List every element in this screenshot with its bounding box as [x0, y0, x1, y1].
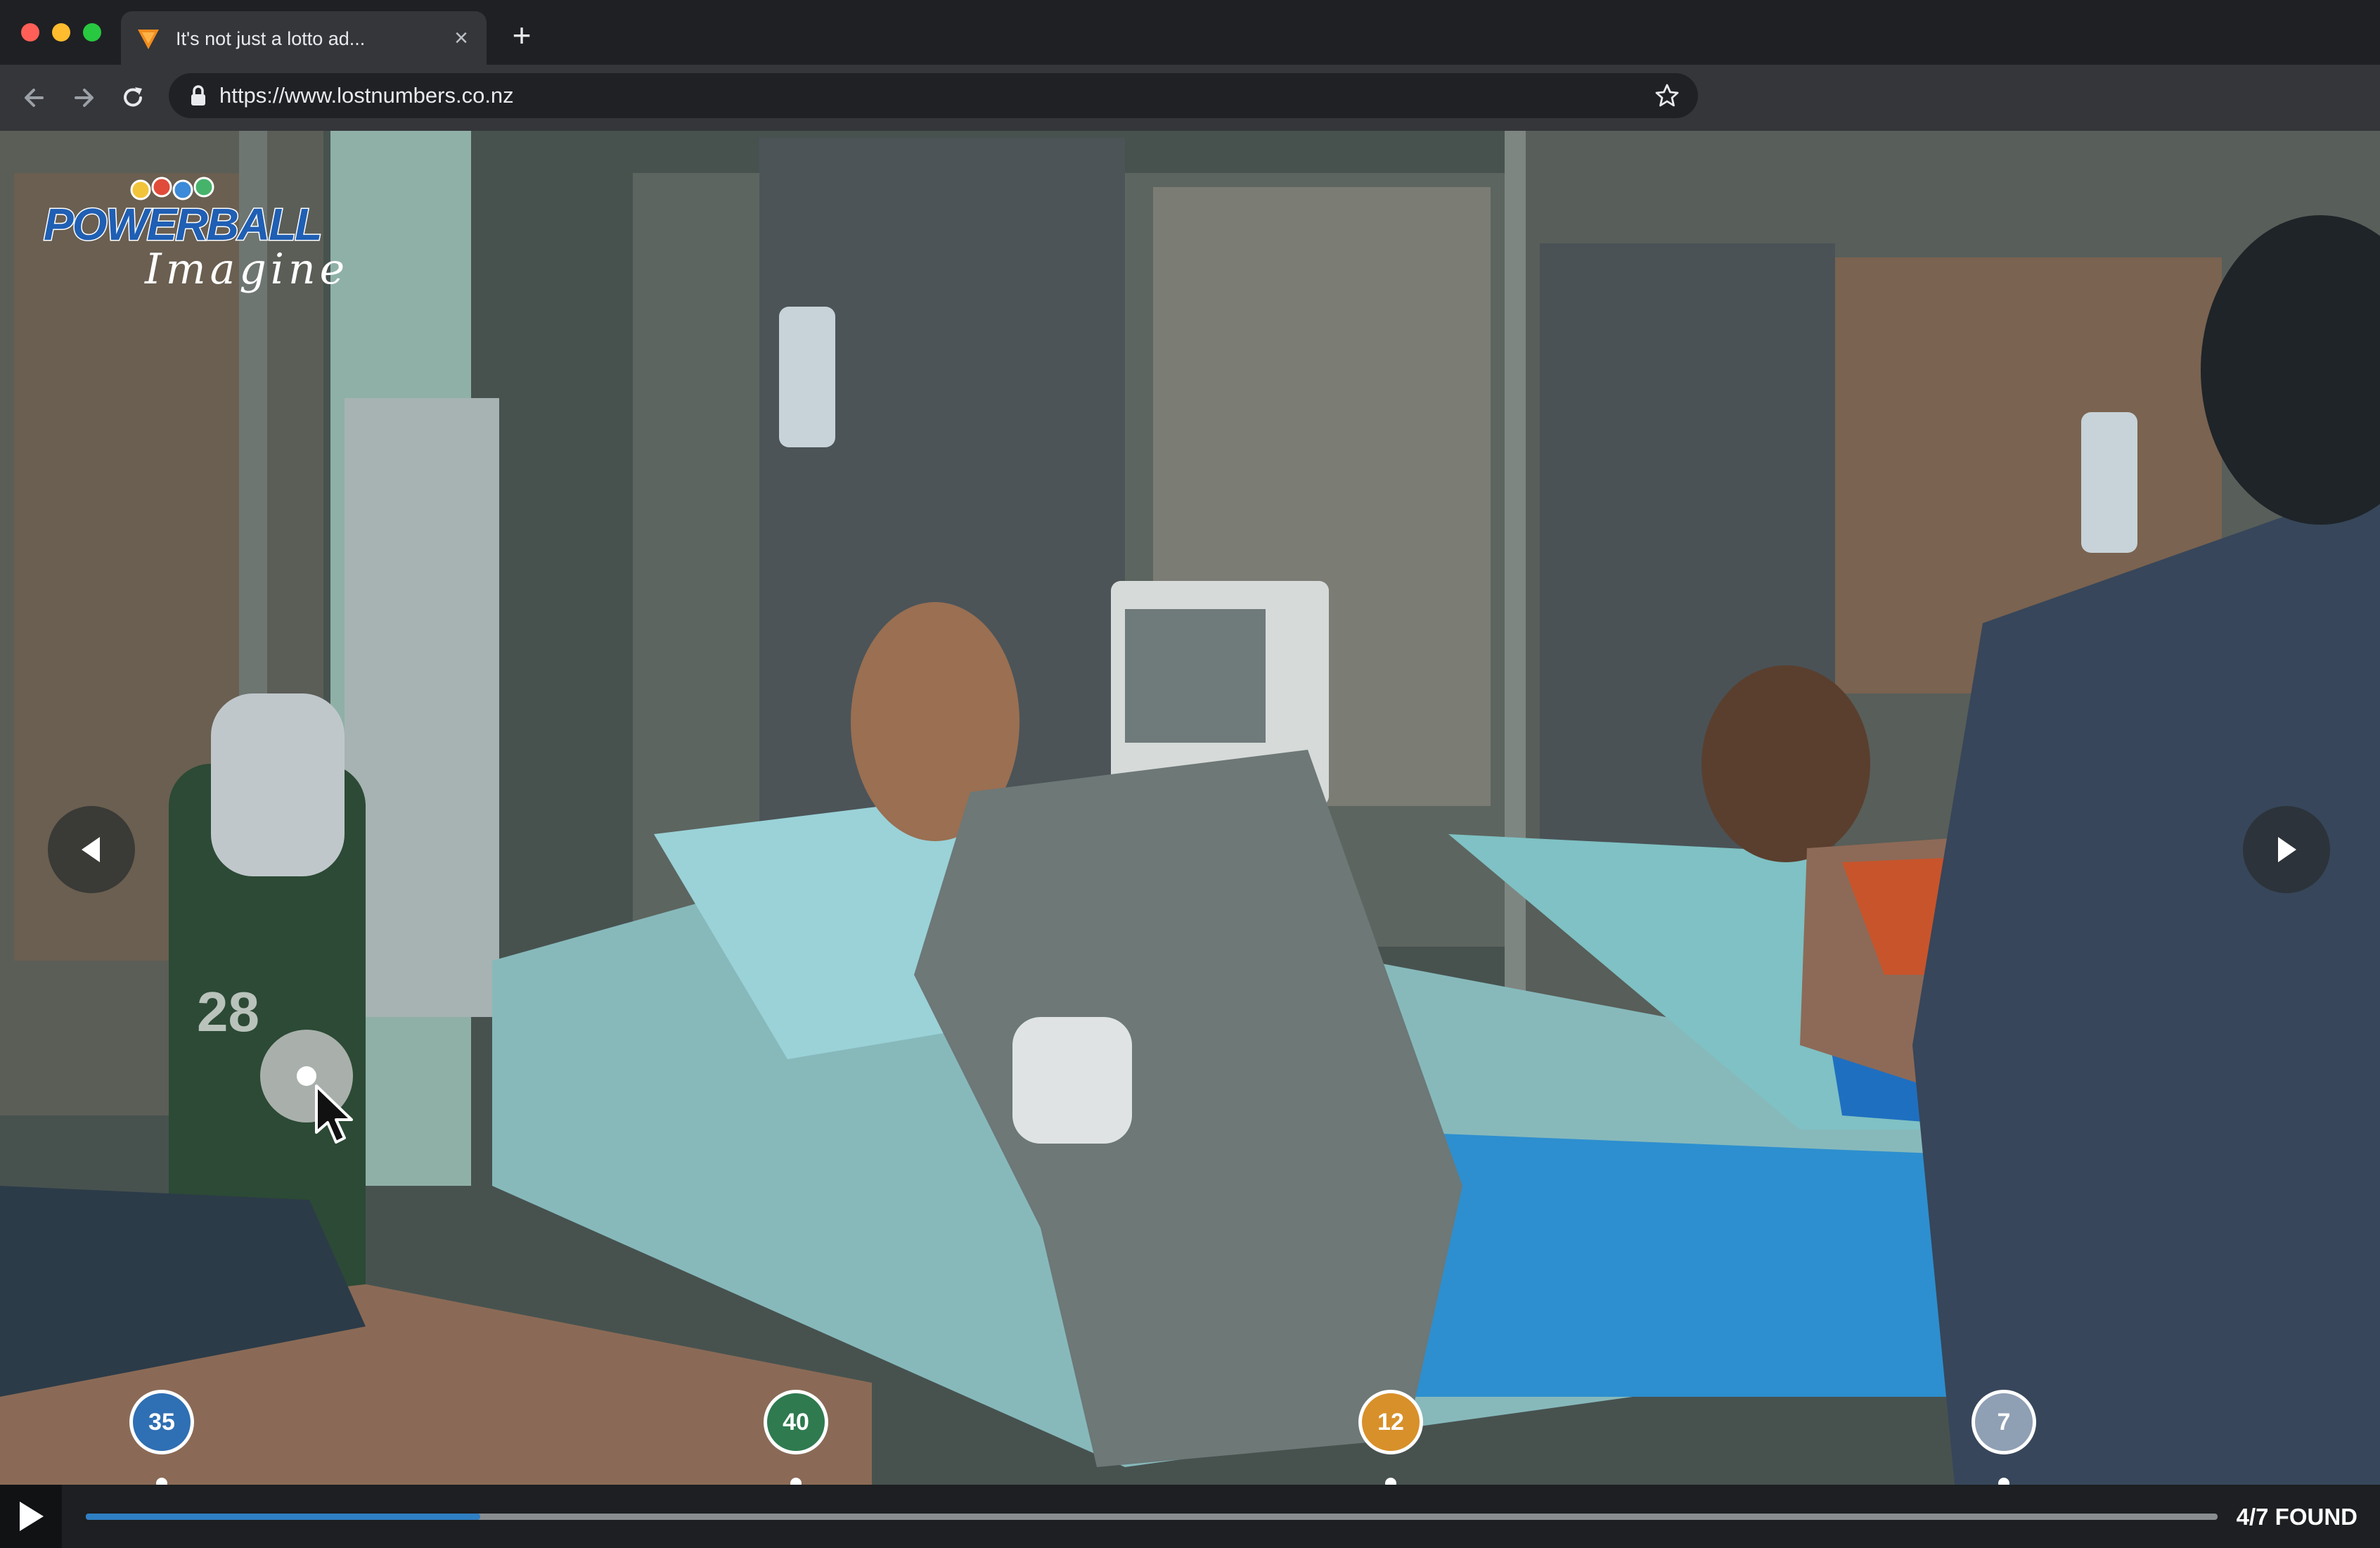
logo-brand-text: POWERBALL: [42, 198, 323, 251]
found-number-marker-35[interactable]: 35: [129, 1390, 194, 1454]
found-number-marker-40[interactable]: 40: [764, 1390, 828, 1454]
play-button[interactable]: [0, 1485, 62, 1548]
previous-scene-button[interactable]: [48, 806, 135, 893]
timeline-tick: [1998, 1478, 2009, 1485]
tab-title: It's not just a lotto ad...: [176, 28, 366, 49]
hospital-scene-image: 28: [0, 131, 2380, 1485]
reload-icon[interactable]: [115, 80, 150, 115]
chevron-left-icon: [82, 837, 100, 862]
video-player[interactable]: 28 POWERBALL Imagine 35 40 12 7: [0, 131, 2380, 1485]
chevron-right-icon: [2278, 837, 2296, 862]
progress-fill: [86, 1514, 480, 1520]
progress-track[interactable]: [86, 1514, 2218, 1520]
found-number-marker-7[interactable]: 7: [1971, 1390, 2036, 1454]
back-arrow-icon[interactable]: [17, 80, 52, 115]
minimize-window-button[interactable]: [52, 23, 70, 41]
timeline-tick: [790, 1478, 802, 1485]
player-controls: 4/7 FOUND: [0, 1485, 2380, 1548]
bookmark-star-icon[interactable]: [1654, 83, 1680, 108]
timeline-tick: [156, 1478, 167, 1485]
forward-arrow-icon[interactable]: [66, 80, 101, 115]
next-scene-button[interactable]: [2243, 806, 2330, 893]
browser-toolbar: https://www.lostnumbers.co.nz: [0, 65, 2380, 131]
lock-icon: [191, 85, 205, 105]
url-text: https://www.lostnumbers.co.nz: [219, 83, 514, 108]
address-bar[interactable]: https://www.lostnumbers.co.nz: [169, 73, 1698, 118]
tab-close-icon[interactable]: ×: [449, 25, 474, 51]
powerball-favicon-icon: [138, 30, 159, 49]
logo-tagline-text: Imagine: [145, 245, 349, 294]
found-counter: 4/7 FOUND: [2236, 1504, 2358, 1530]
browser-titlebar: It's not just a lotto ad... × +: [0, 0, 2380, 65]
timeline-tick: [1385, 1478, 1396, 1485]
powerball-logo: POWERBALL Imagine: [39, 169, 345, 294]
svg-text:28: 28: [197, 980, 259, 1043]
play-icon: [20, 1502, 44, 1531]
maximize-window-button[interactable]: [83, 23, 101, 41]
mouse-cursor-icon: [315, 1085, 353, 1144]
new-tab-button[interactable]: +: [506, 19, 537, 51]
browser-tab[interactable]: It's not just a lotto ad... ×: [121, 11, 487, 65]
found-number-marker-12[interactable]: 12: [1358, 1390, 1423, 1454]
close-window-button[interactable]: [21, 23, 39, 41]
